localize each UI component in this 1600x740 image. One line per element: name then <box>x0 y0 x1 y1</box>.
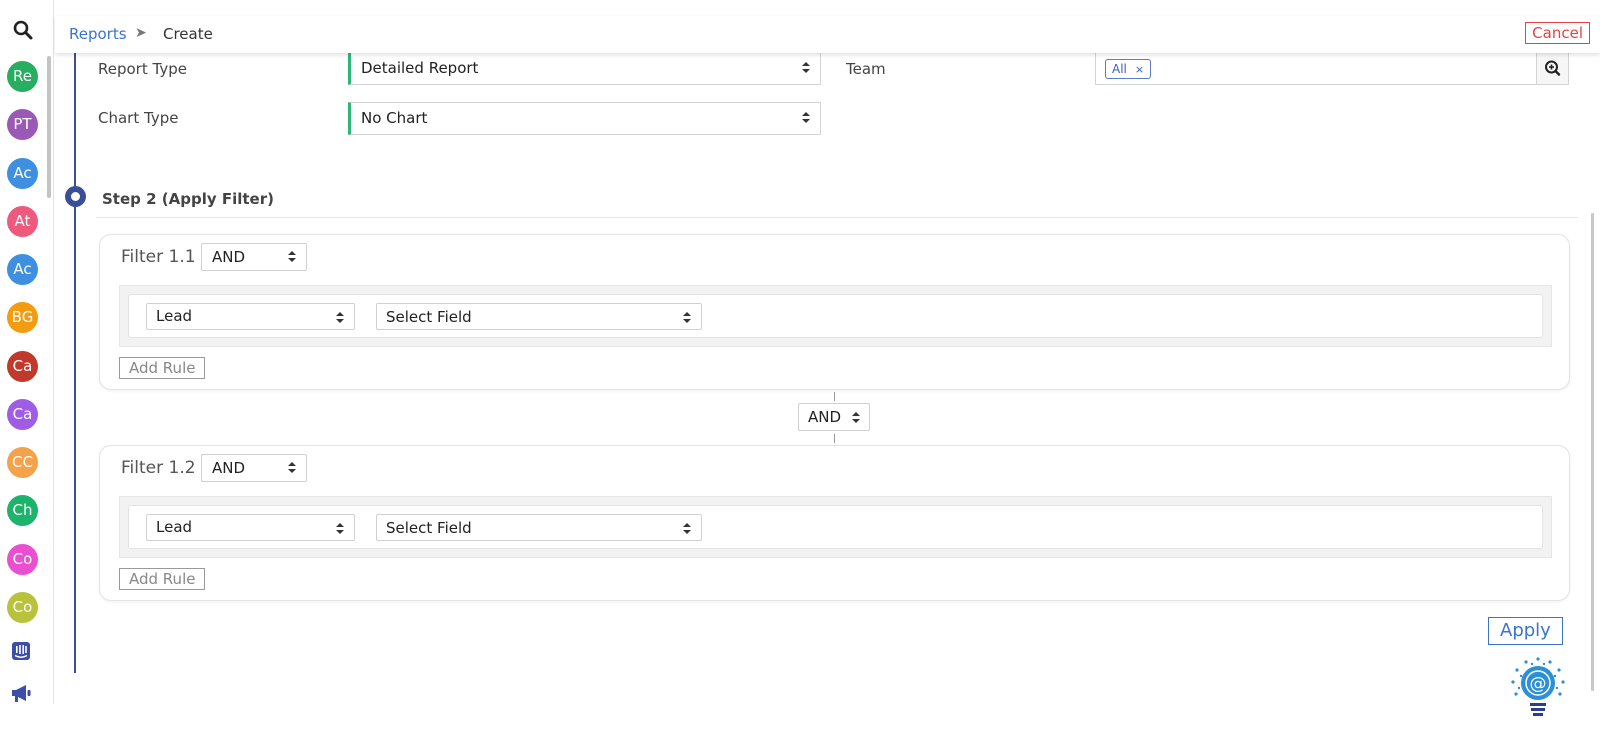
select-caret-icon <box>852 412 860 424</box>
rule-field-value: Select Field <box>386 308 472 326</box>
chart-type-label: Chart Type <box>98 109 179 127</box>
step-timeline-line <box>74 53 76 673</box>
megaphone-icon[interactable] <box>10 682 32 704</box>
chart-type-value: No Chart <box>361 109 428 127</box>
sidebar-avatar[interactable]: Ac <box>7 254 38 285</box>
help-bulb-icon[interactable]: @ <box>1505 655 1571 723</box>
team-chip-label: All <box>1112 62 1127 76</box>
select-caret-icon <box>683 312 691 324</box>
sidebar-avatar[interactable]: Ca <box>7 399 38 430</box>
rule-entity-value: Lead <box>156 518 193 536</box>
sidebar-avatar[interactable]: Ca <box>7 351 38 382</box>
add-rule-button[interactable]: Add Rule <box>119 568 206 590</box>
filter-operator-select[interactable]: AND <box>201 454 307 482</box>
page-header: Reports ➤ Create Cancel <box>55 16 1600 53</box>
add-rule-button[interactable]: Add Rule <box>119 357 206 379</box>
sidebar-avatar[interactable]: BG <box>7 302 38 333</box>
sidebar-avatar[interactable]: Re <box>7 61 38 92</box>
page-scrollbar[interactable] <box>1591 213 1594 691</box>
sidebar-avatar[interactable]: Co <box>7 544 38 575</box>
select-caret-icon <box>288 251 296 263</box>
filter-operator-value: AND <box>212 459 246 477</box>
chart-type-select[interactable]: No Chart <box>348 102 821 135</box>
sidebar-scrollbar[interactable] <box>47 56 51 198</box>
filter-connector-line <box>834 434 835 443</box>
sidebar-avatar[interactable]: Ch <box>7 495 38 526</box>
breadcrumb-separator-icon: ➤ <box>135 24 147 40</box>
apply-button[interactable]: Apply <box>1488 617 1563 645</box>
step-divider <box>96 217 1578 218</box>
team-chip-all: All × <box>1105 59 1152 79</box>
sidebar-avatar[interactable]: PT <box>7 109 38 140</box>
team-label: Team <box>846 60 886 78</box>
cancel-button[interactable]: Cancel <box>1525 22 1590 44</box>
filter-title: Filter 1.2 <box>121 458 196 478</box>
select-caret-icon <box>802 62 810 74</box>
sidebar-avatar[interactable]: Ac <box>7 158 38 189</box>
team-multiselect[interactable]: All × <box>1095 52 1569 85</box>
zoom-in-icon <box>1545 60 1561 76</box>
step-2-marker-icon <box>65 186 86 207</box>
rule-field-select[interactable]: Select Field <box>376 514 702 541</box>
breadcrumb-reports-link[interactable]: Reports <box>69 25 127 43</box>
rule-entity-select[interactable]: Lead <box>146 303 355 330</box>
breadcrumb-current: Create <box>163 25 213 43</box>
between-filters-operator-select[interactable]: AND <box>798 403 870 431</box>
select-caret-icon <box>288 462 296 474</box>
report-type-label: Report Type <box>98 60 187 78</box>
rule-row: Lead Select Field <box>128 505 1543 549</box>
between-operator-value: AND <box>808 408 842 426</box>
search-icon[interactable] <box>12 19 34 41</box>
rule-field-value: Select Field <box>386 519 472 537</box>
filter-operator-value: AND <box>212 248 246 266</box>
report-type-select[interactable]: Detailed Report <box>348 52 821 85</box>
select-caret-icon <box>336 312 344 324</box>
rule-row: Lead Select Field <box>128 294 1543 338</box>
rule-field-select[interactable]: Select Field <box>376 303 702 330</box>
sidebar-avatar[interactable]: Co <box>7 592 38 623</box>
rule-container: Lead Select Field <box>119 496 1552 558</box>
select-caret-icon <box>802 112 810 124</box>
filter-operator-select[interactable]: AND <box>201 243 307 271</box>
app-sidebar: Re PT Ac At Ac BG Ca Ca CC Ch Co Co <box>0 0 54 704</box>
svg-text:@: @ <box>1530 674 1547 694</box>
rule-entity-value: Lead <box>156 307 193 325</box>
rule-container: Lead Select Field <box>119 285 1552 347</box>
chip-remove-icon[interactable]: × <box>1135 63 1144 76</box>
filter-title: Filter 1.1 <box>121 247 196 267</box>
team-search-button[interactable] <box>1536 53 1568 84</box>
filter-card: Filter 1.2 AND Lead Select Field Add Rul… <box>99 445 1570 601</box>
intercom-icon[interactable] <box>10 640 32 662</box>
rule-entity-select[interactable]: Lead <box>146 514 355 541</box>
select-caret-icon <box>683 523 691 535</box>
report-type-value: Detailed Report <box>361 59 479 77</box>
sidebar-avatar[interactable]: At <box>7 206 38 237</box>
filter-card: Filter 1.1 AND Lead Select Field Add Rul… <box>99 234 1570 390</box>
sidebar-avatar[interactable]: CC <box>7 447 38 478</box>
step-2-title: Step 2 (Apply Filter) <box>102 190 274 208</box>
filter-connector-line <box>834 392 835 401</box>
select-caret-icon <box>336 523 344 535</box>
